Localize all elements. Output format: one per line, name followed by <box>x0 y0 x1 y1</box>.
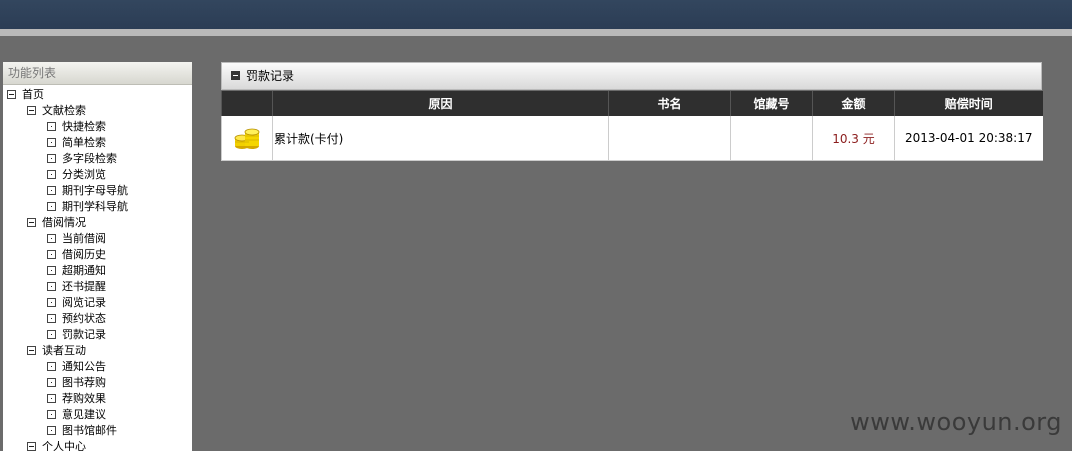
sidebar-item-label[interactable]: 期刊字母导航 <box>62 184 128 197</box>
sidebar-item-label[interactable]: 借阅情况 <box>42 216 86 229</box>
col-amount: 金额 <box>812 91 895 116</box>
leaf-node-icon <box>47 185 56 195</box>
col-reason: 原因 <box>272 91 609 116</box>
sidebar-item[interactable]: 通知公告 <box>3 359 192 375</box>
watermark: www.wooyun.org <box>850 408 1062 436</box>
sidebar-item-label[interactable]: 超期通知 <box>62 264 106 277</box>
sidebar-item[interactable]: 罚款记录 <box>3 327 192 343</box>
sidebar-item[interactable]: 借阅历史 <box>3 247 192 263</box>
sidebar-item[interactable]: 个人中心 <box>3 439 192 451</box>
sidebar-item[interactable]: 意见建议 <box>3 407 192 423</box>
sidebar-item-label[interactable]: 当前借阅 <box>62 232 106 245</box>
sidebar-item[interactable]: 图书荐购 <box>3 375 192 391</box>
sidebar-item-label[interactable]: 分类浏览 <box>62 168 106 181</box>
collapse-toggle-icon[interactable] <box>27 217 36 227</box>
sidebar-item-label[interactable]: 预约状态 <box>62 312 106 325</box>
sidebar-item-label[interactable]: 快捷检索 <box>62 120 106 133</box>
sidebar-item[interactable]: 首页 <box>3 87 192 103</box>
sidebar-item-label[interactable]: 简单检索 <box>62 136 106 149</box>
row-book-title <box>608 116 731 161</box>
sidebar-item-label[interactable]: 荐购效果 <box>62 392 106 405</box>
sidebar-item[interactable]: 当前借阅 <box>3 231 192 247</box>
leaf-node-icon <box>47 409 56 419</box>
collapse-toggle-icon[interactable] <box>7 89 16 99</box>
row-icon-cell <box>221 116 273 161</box>
nav-tree: 首页文献检索快捷检索简单检索多字段检索分类浏览期刊字母导航 期刊学科导航借阅情况当… <box>3 85 192 451</box>
leaf-node-icon <box>47 153 56 163</box>
sidebar-item[interactable]: 借阅情况 <box>3 215 192 231</box>
sidebar-item[interactable]: 超期通知 <box>3 263 192 279</box>
sidebar-item-label[interactable]: 文献检索 <box>42 104 86 117</box>
sidebar-item[interactable]: 分类浏览 <box>3 167 192 183</box>
sidebar-item-label[interactable]: 多字段检索 <box>62 152 117 165</box>
col-book-title: 书名 <box>608 91 731 116</box>
sidebar-item-label[interactable]: 图书荐购 <box>62 376 106 389</box>
sidebar-item-label[interactable]: 还书提醒 <box>62 280 106 293</box>
collapse-toggle-icon[interactable] <box>27 441 36 451</box>
sidebar-item-label[interactable]: 通知公告 <box>62 360 106 373</box>
leaf-node-icon <box>47 249 56 259</box>
top-divider <box>0 29 1072 36</box>
top-banner <box>0 0 1072 29</box>
collapse-toggle-icon[interactable] <box>27 345 36 355</box>
leaf-node-icon <box>47 137 56 147</box>
coins-icon <box>234 128 260 149</box>
leaf-node-icon <box>47 281 56 291</box>
sidebar-item-label[interactable]: 首页 <box>22 88 44 101</box>
sidebar-title: 功能列表 <box>3 62 192 85</box>
sidebar-item[interactable]: 还书提醒 <box>3 279 192 295</box>
leaf-node-icon <box>47 313 56 323</box>
leaf-node-icon <box>47 425 56 435</box>
sidebar-item-label[interactable]: 读者互动 <box>42 344 86 357</box>
panel-title: 罚款记录 <box>246 69 295 83</box>
leaf-node-icon <box>47 361 56 371</box>
sidebar: 功能列表 首页文献检索快捷检索简单检索多字段检索分类浏览期刊字母导航 期刊学科导航… <box>3 62 192 451</box>
sidebar-item[interactable]: 快捷检索 <box>3 119 192 135</box>
col-icon <box>221 91 273 116</box>
sidebar-item-label[interactable]: 期刊学科导航 <box>62 200 128 213</box>
leaf-node-icon <box>47 233 56 243</box>
sidebar-item[interactable]: 文献检索 <box>3 103 192 119</box>
sidebar-item[interactable]: 读者互动 <box>3 343 192 359</box>
leaf-node-icon <box>47 329 56 339</box>
sidebar-item[interactable]: 阅览记录 <box>3 295 192 311</box>
sidebar-item-label[interactable]: 意见建议 <box>62 408 106 421</box>
sidebar-item[interactable]: 期刊字母导航 <box>3 183 192 199</box>
sidebar-item-label[interactable]: 阅览记录 <box>62 296 106 309</box>
sidebar-item-label[interactable]: 借阅历史 <box>62 248 106 261</box>
col-call-number: 馆藏号 <box>730 91 813 116</box>
row-reason: 累计款(卡付) <box>272 116 609 161</box>
col-time: 赔偿时间 <box>894 91 1043 116</box>
sidebar-item[interactable]: 图书馆邮件 <box>3 423 192 439</box>
leaf-node-icon <box>47 201 56 211</box>
sidebar-item-label[interactable]: 图书馆邮件 <box>62 424 117 437</box>
fine-records-table: 原因 书名 馆藏号 金额 赔偿时间 累计款(卡付) 10.3 元 2013-04… <box>221 91 1043 161</box>
leaf-node-icon <box>47 297 56 307</box>
leaf-node-icon <box>47 377 56 387</box>
panel-header: 罚款记录 <box>221 62 1042 90</box>
table-row: 累计款(卡付) 10.3 元 2013-04-01 20:38:17 <box>221 116 1043 161</box>
sidebar-item[interactable]: 预约状态 <box>3 311 192 327</box>
leaf-node-icon <box>47 169 56 179</box>
leaf-node-icon <box>47 265 56 275</box>
collapse-icon[interactable] <box>231 71 240 80</box>
row-call-number <box>730 116 813 161</box>
leaf-node-icon <box>47 121 56 131</box>
sidebar-item[interactable]: 简单检索 <box>3 135 192 151</box>
row-time: 2013-04-01 20:38:17 <box>894 116 1043 161</box>
sidebar-item[interactable]: 期刊学科导航 <box>3 199 192 215</box>
leaf-node-icon <box>47 393 56 403</box>
sidebar-item[interactable]: 多字段检索 <box>3 151 192 167</box>
sidebar-item[interactable]: 荐购效果 <box>3 391 192 407</box>
table-header-row: 原因 书名 馆藏号 金额 赔偿时间 <box>221 91 1043 116</box>
collapse-toggle-icon[interactable] <box>27 105 36 115</box>
sidebar-item-label[interactable]: 罚款记录 <box>62 328 106 341</box>
sidebar-item-label[interactable]: 个人中心 <box>42 440 86 451</box>
row-amount: 10.3 元 <box>812 116 895 161</box>
